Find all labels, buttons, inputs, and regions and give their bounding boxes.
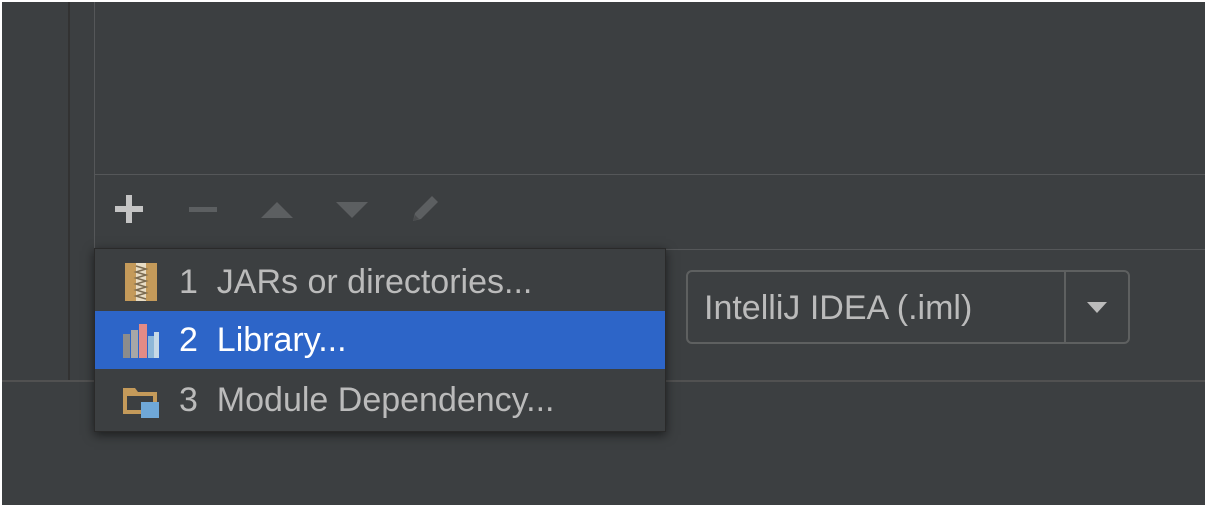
- dependencies-toolbar: [94, 175, 1205, 250]
- dependencies-list-area: [94, 2, 1205, 175]
- menu-item-label: 1 JARs or directories...: [179, 263, 533, 301]
- triangle-up-icon: [261, 202, 293, 218]
- menu-item-label: 2 Library...: [179, 321, 347, 359]
- combo-dropdown-button[interactable]: [1066, 272, 1128, 342]
- module-format-combo[interactable]: IntelliJ IDEA (.iml): [686, 270, 1130, 344]
- jar-archive-icon: [125, 263, 157, 301]
- add-dependency-popup-menu: 1 JARs or directories... 2 Library... 3 …: [94, 248, 666, 432]
- module-settings-panel: IntelliJ IDEA (.iml) 1 JARs or directori…: [2, 2, 1205, 505]
- menu-item-library[interactable]: 2 Library...: [95, 311, 665, 369]
- plus-icon: [115, 195, 143, 223]
- minus-icon: [189, 207, 217, 212]
- move-down-button[interactable]: [332, 189, 372, 229]
- menu-item-label: 3 Module Dependency...: [179, 381, 555, 419]
- edit-button[interactable]: [405, 189, 445, 229]
- module-folder-icon: [123, 388, 159, 418]
- remove-button[interactable]: [183, 189, 223, 229]
- triangle-down-icon: [1087, 302, 1107, 313]
- library-books-icon: [123, 324, 159, 358]
- menu-item-module-dependency[interactable]: 3 Module Dependency...: [95, 371, 665, 429]
- add-button[interactable]: [109, 189, 149, 229]
- triangle-down-icon: [336, 202, 368, 218]
- move-up-button[interactable]: [257, 189, 297, 229]
- pencil-icon: [413, 196, 438, 221]
- module-format-value: IntelliJ IDEA (.iml): [704, 289, 973, 327]
- left-divider: [68, 2, 70, 380]
- menu-item-jars-or-directories[interactable]: 1 JARs or directories...: [95, 253, 665, 311]
